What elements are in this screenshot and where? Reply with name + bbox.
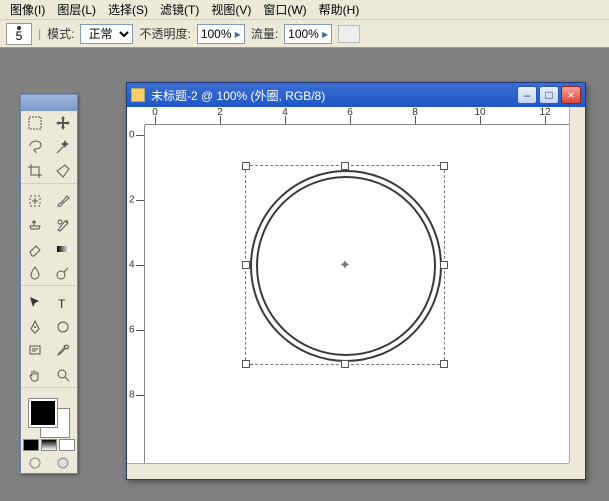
menu-window[interactable]: 窗口(W) xyxy=(257,1,312,18)
move-tool[interactable] xyxy=(49,111,77,135)
ruler-tick-label: 8 xyxy=(412,107,418,118)
transform-handle-se[interactable] xyxy=(440,360,448,368)
vertical-ruler[interactable]: 0 2 4 6 8 xyxy=(127,125,145,463)
healing-brush-tool[interactable] xyxy=(21,189,49,213)
transform-handle-sw[interactable] xyxy=(242,360,250,368)
brush-size-value: 5 xyxy=(16,30,23,42)
ruler-tick-label: 4 xyxy=(129,260,135,271)
ruler-tick-label: 2 xyxy=(129,195,135,206)
transform-handle-ne[interactable] xyxy=(440,162,448,170)
notes-tool[interactable] xyxy=(21,339,49,363)
ruler-tick-label: 2 xyxy=(217,107,223,118)
menu-help[interactable]: 帮助(H) xyxy=(313,1,366,18)
mini-swatch xyxy=(59,439,75,451)
blur-tool[interactable] xyxy=(21,261,49,285)
foreground-color-swatch[interactable] xyxy=(29,399,57,427)
zoom-tool[interactable] xyxy=(49,363,77,387)
quick-mask-mode[interactable] xyxy=(49,453,77,473)
maximize-button[interactable]: □ xyxy=(539,86,559,104)
dodge-tool[interactable] xyxy=(49,261,77,285)
menu-view[interactable]: 视图(V) xyxy=(205,1,257,18)
gradient-tool[interactable] xyxy=(49,237,77,261)
transform-handle-s[interactable] xyxy=(341,360,349,368)
eyedropper-tool[interactable] xyxy=(49,339,77,363)
menu-bar: 图像(I) 图层(L) 选择(S) 滤镜(T) 视图(V) 窗口(W) 帮助(H… xyxy=(0,0,609,20)
color-swatch[interactable] xyxy=(21,393,77,437)
mode-select[interactable]: 正常 xyxy=(80,24,133,44)
transform-handle-w[interactable] xyxy=(242,261,250,269)
horizontal-scrollbar[interactable] xyxy=(127,463,569,479)
brush-tool[interactable] xyxy=(49,189,77,213)
menu-image[interactable]: 图像(I) xyxy=(4,1,51,18)
lasso-tool[interactable] xyxy=(21,135,49,159)
ruler-tick-label: 8 xyxy=(129,390,135,401)
slice-tool[interactable] xyxy=(49,159,77,183)
magic-wand-tool[interactable] xyxy=(49,135,77,159)
document-window: 未标题-2 @ 100% (外圈, RGB/8) – □ × 0 2 4 6 8 10 12… xyxy=(126,82,586,480)
transform-handle-e[interactable] xyxy=(440,261,448,269)
pen-tool[interactable] xyxy=(21,315,49,339)
mode-label: 模式: xyxy=(47,25,74,42)
document-titlebar[interactable]: 未标题-2 @ 100% (外圈, RGB/8) – □ × xyxy=(127,83,585,107)
document-title: 未标题-2 @ 100% (外圈, RGB/8) xyxy=(151,87,511,104)
toolbox-panel: T xyxy=(20,94,78,474)
marquee-tool[interactable] xyxy=(21,111,49,135)
workspace: T 未标题-2 @ 100% (外圈, RGB/8) xyxy=(0,48,609,501)
ruler-tick-label: 4 xyxy=(282,107,288,118)
document-icon xyxy=(131,88,145,102)
ruler-tick-label: 10 xyxy=(474,107,485,118)
eraser-tool[interactable] xyxy=(21,237,49,261)
clone-stamp-tool[interactable] xyxy=(21,213,49,237)
separator: | xyxy=(38,27,41,41)
transform-handle-n[interactable] xyxy=(341,162,349,170)
flow-input[interactable]: 100%▸ xyxy=(284,24,332,44)
minimize-button[interactable]: – xyxy=(517,86,537,104)
transform-center-icon[interactable]: ✦ xyxy=(339,257,351,274)
ruler-tick-label: 0 xyxy=(152,107,158,118)
shape-tool[interactable] xyxy=(49,315,77,339)
opacity-input[interactable]: 100%▸ xyxy=(197,24,245,44)
svg-text:T: T xyxy=(58,297,66,311)
close-button[interactable]: × xyxy=(561,86,581,104)
quick-mask-standard[interactable] xyxy=(21,453,49,473)
options-bar: 5 | 模式: 正常 不透明度: 100%▸ 流量: 100%▸ xyxy=(0,20,609,48)
history-brush-tool[interactable] xyxy=(49,213,77,237)
free-transform-box[interactable]: ✦ xyxy=(245,165,445,365)
type-tool[interactable]: T xyxy=(49,291,77,315)
ruler-tick-label: 6 xyxy=(129,325,135,336)
menu-filter[interactable]: 滤镜(T) xyxy=(154,1,205,18)
airbrush-icon[interactable] xyxy=(338,25,360,43)
mini-swatch xyxy=(41,439,57,451)
flow-label: 流量: xyxy=(251,25,278,42)
hand-tool[interactable] xyxy=(21,363,49,387)
scrollbar-corner xyxy=(569,463,585,479)
opacity-label: 不透明度: xyxy=(139,25,190,42)
ruler-tick-label: 0 xyxy=(129,130,135,141)
ruler-tick-label: 12 xyxy=(539,107,550,118)
crop-tool[interactable] xyxy=(21,159,49,183)
vertical-scrollbar[interactable] xyxy=(569,107,585,463)
toolbox-header[interactable] xyxy=(21,95,77,111)
path-selection-tool[interactable] xyxy=(21,291,49,315)
ruler-tick-label: 6 xyxy=(347,107,353,118)
horizontal-ruler[interactable]: 0 2 4 6 8 10 12 xyxy=(145,107,569,125)
mini-swatch xyxy=(23,439,39,451)
menu-select[interactable]: 选择(S) xyxy=(102,1,154,18)
transform-handle-nw[interactable] xyxy=(242,162,250,170)
menu-layer[interactable]: 图层(L) xyxy=(51,1,102,18)
brush-preset-picker[interactable]: 5 xyxy=(6,23,32,45)
canvas[interactable]: ✦ xyxy=(145,125,569,463)
